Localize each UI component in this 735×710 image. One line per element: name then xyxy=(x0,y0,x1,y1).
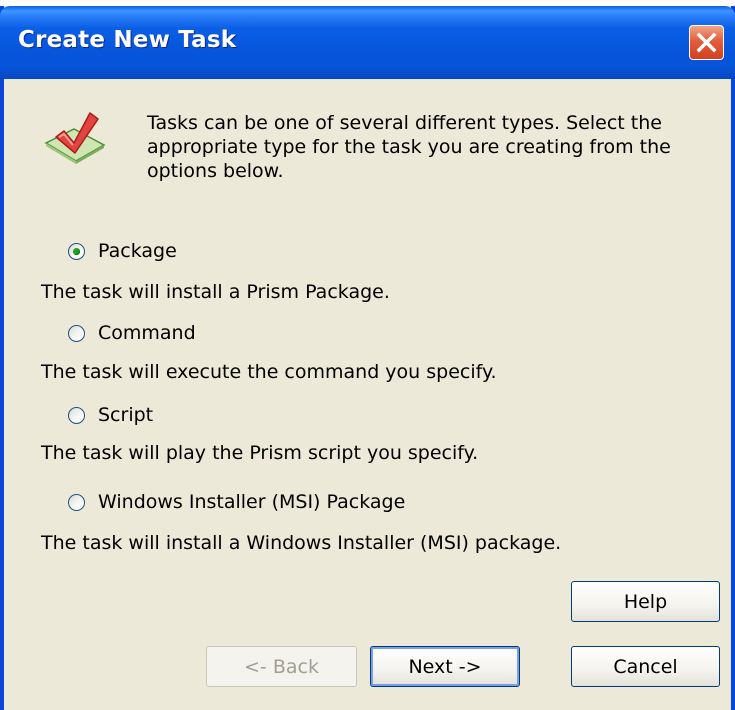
intro-text: Tasks can be one of several different ty… xyxy=(147,112,671,182)
option-package[interactable]: Package xyxy=(68,238,177,264)
command-radio[interactable] xyxy=(68,324,85,342)
command-label[interactable]: Command xyxy=(98,322,196,344)
msi-package-label[interactable]: Windows Installer (MSI) Package xyxy=(98,491,405,513)
package-description: The task will install a Prism Package. xyxy=(41,281,390,303)
msi-package-radio[interactable] xyxy=(68,493,85,511)
script-label[interactable]: Script xyxy=(98,404,153,426)
script-radio[interactable] xyxy=(68,406,85,424)
command-description: The task will execute the command you sp… xyxy=(41,361,497,383)
window-title: Create New Task xyxy=(18,27,237,53)
msi-package-description: The task will install a Windows Installe… xyxy=(41,532,562,554)
create-new-task-dialog: Create New Task Tasks can be one of seve… xyxy=(0,6,735,710)
checkmark-task-icon xyxy=(44,112,106,164)
next-button[interactable]: Next -> xyxy=(370,646,520,687)
close-button[interactable] xyxy=(689,25,724,60)
back-button[interactable]: <- Back xyxy=(206,646,357,687)
package-label[interactable]: Package xyxy=(98,240,177,262)
close-icon xyxy=(696,32,717,53)
help-button[interactable]: Help xyxy=(571,581,720,622)
script-description: The task will play the Prism script you … xyxy=(41,442,479,464)
package-radio[interactable] xyxy=(68,242,85,260)
title-bar[interactable]: Create New Task xyxy=(0,6,735,79)
option-command[interactable]: Command xyxy=(68,320,196,346)
option-msi-package[interactable]: Windows Installer (MSI) Package xyxy=(68,489,405,515)
option-script[interactable]: Script xyxy=(68,402,153,428)
cancel-button[interactable]: Cancel xyxy=(571,646,720,687)
